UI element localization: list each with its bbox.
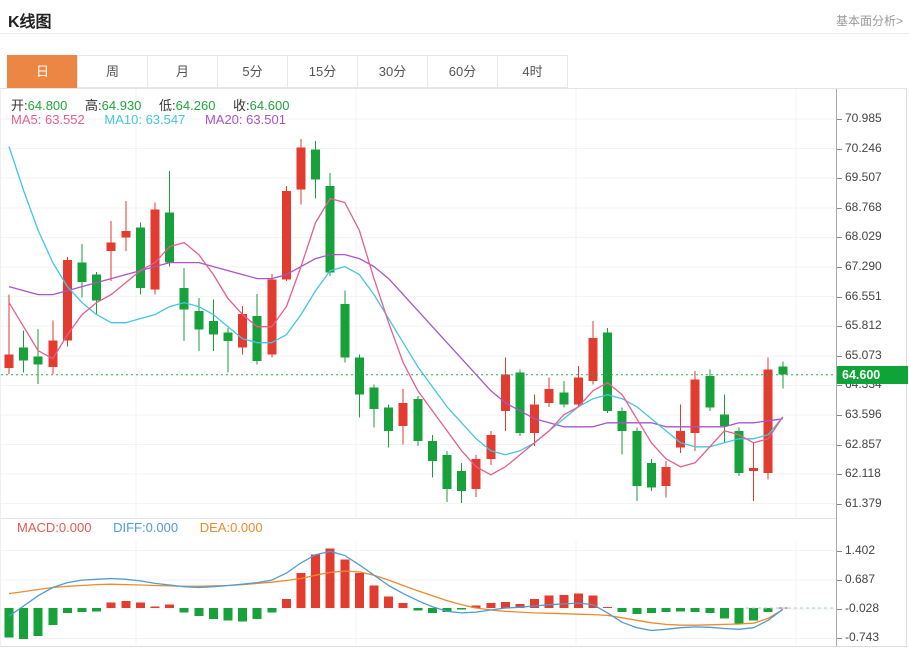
price-tick-label: 65.073 bbox=[845, 348, 882, 362]
close-value: 64.600 bbox=[249, 98, 290, 113]
macd-tick-dash bbox=[837, 551, 842, 552]
macd-tick-dash bbox=[837, 609, 842, 610]
ma20-value: 63.501 bbox=[246, 112, 286, 127]
diff-value: 0.000 bbox=[145, 520, 179, 535]
tab-周[interactable]: 周 bbox=[77, 55, 148, 88]
header-divider bbox=[0, 33, 909, 34]
price-tick-label: 70.246 bbox=[845, 141, 882, 155]
price-tick-label: 68.768 bbox=[845, 200, 882, 214]
price-tick-dash bbox=[837, 297, 842, 298]
macd-tick-dash bbox=[837, 638, 842, 639]
macd-label: MACD: bbox=[17, 520, 59, 535]
ma20-label: MA20: bbox=[204, 112, 243, 127]
tab-30分[interactable]: 30分 bbox=[357, 55, 428, 88]
ma10-label: MA10: bbox=[104, 112, 142, 127]
fundamental-analysis-link[interactable]: 基本面分析> bbox=[836, 12, 903, 29]
low-value: 64.260 bbox=[175, 98, 216, 113]
panel-separator bbox=[1, 518, 836, 519]
high-label: 高: bbox=[85, 98, 102, 113]
tab-60分[interactable]: 60分 bbox=[427, 55, 498, 88]
macd-value: 0.000 bbox=[58, 520, 92, 535]
ma10-value: 63.547 bbox=[145, 112, 186, 127]
price-tick-dash bbox=[837, 119, 842, 120]
price-tick-dash bbox=[837, 504, 842, 505]
price-tick-dash bbox=[837, 356, 842, 357]
price-tick-label: 62.118 bbox=[845, 466, 881, 480]
price-tick-label: 70.985 bbox=[845, 111, 882, 125]
macd-tick-dash bbox=[837, 580, 842, 581]
macd-tick-label: 0.687 bbox=[845, 572, 876, 586]
price-tick-label: 69.507 bbox=[845, 170, 882, 184]
tab-日[interactable]: 日 bbox=[7, 55, 78, 88]
tab-15分[interactable]: 15分 bbox=[287, 55, 358, 88]
price-tick-dash bbox=[837, 237, 842, 238]
price-axis: 64.600 70.985 70.246 69.507 68.768 68.029 67.… bbox=[836, 89, 908, 646]
price-tick-label: 67.290 bbox=[845, 259, 882, 273]
price-tick-dash bbox=[837, 149, 842, 150]
diff-label: DIFF: bbox=[113, 520, 146, 535]
price-tick-dash bbox=[837, 178, 842, 179]
ma5-label: MA5: bbox=[11, 112, 42, 127]
macd-chart bbox=[1, 541, 836, 648]
price-tick-dash bbox=[837, 326, 842, 327]
period-tabstrip: 日周月 5分 15分 30分 60分 4时 bbox=[7, 55, 568, 88]
kline-app: K线图 基本面分析> 日周月 5分 15分 30分 60分 4时 开:64.800 高:6… bbox=[0, 0, 909, 648]
dea-label: DEA: bbox=[199, 520, 231, 535]
page-title: K线图 bbox=[8, 14, 52, 31]
price-tick-dash bbox=[837, 415, 842, 416]
dea-value: 0.000 bbox=[230, 520, 263, 535]
price-tick-label: 65.812 bbox=[845, 318, 882, 332]
candlestick-chart bbox=[1, 89, 836, 518]
macd-tick-label: -0.743 bbox=[845, 630, 880, 644]
current-price-badge: 64.600 bbox=[837, 366, 908, 384]
chart-region: 开:64.800 高:64.930 低:64.260 收:64.600 MA5:… bbox=[0, 88, 908, 648]
close-label: 收: bbox=[233, 98, 250, 113]
tab-5分[interactable]: 5分 bbox=[217, 55, 288, 88]
macd-tick-label: -0.028 bbox=[845, 601, 880, 615]
price-tick-label: 62.857 bbox=[845, 437, 882, 451]
price-tick-dash bbox=[837, 474, 842, 475]
low-label: 低: bbox=[159, 98, 176, 113]
open-value: 64.800 bbox=[27, 98, 68, 113]
high-value: 64.930 bbox=[101, 98, 142, 113]
ma-legend: MA5: 63.552 MA10: 63.547 MA20: 63.501 bbox=[11, 112, 302, 127]
price-tick-dash bbox=[837, 208, 842, 209]
macd-legend: MACD:0.000 DIFF:0.000 DEA:0.000 bbox=[17, 520, 281, 535]
price-tick-dash bbox=[837, 445, 842, 446]
price-tick-label: 61.379 bbox=[845, 496, 882, 510]
price-tick-label: 63.596 bbox=[845, 407, 882, 421]
price-tick-dash bbox=[837, 267, 842, 268]
macd-tick-label: 1.402 bbox=[845, 543, 876, 557]
open-label: 开: bbox=[11, 98, 28, 113]
tab-月[interactable]: 月 bbox=[147, 55, 218, 88]
price-tick-label: 66.551 bbox=[845, 289, 882, 303]
price-tick-label: 68.029 bbox=[845, 229, 882, 243]
tab-4时[interactable]: 4时 bbox=[497, 55, 568, 88]
ma5-value: 63.552 bbox=[44, 112, 85, 127]
price-tick-dash bbox=[837, 385, 842, 386]
